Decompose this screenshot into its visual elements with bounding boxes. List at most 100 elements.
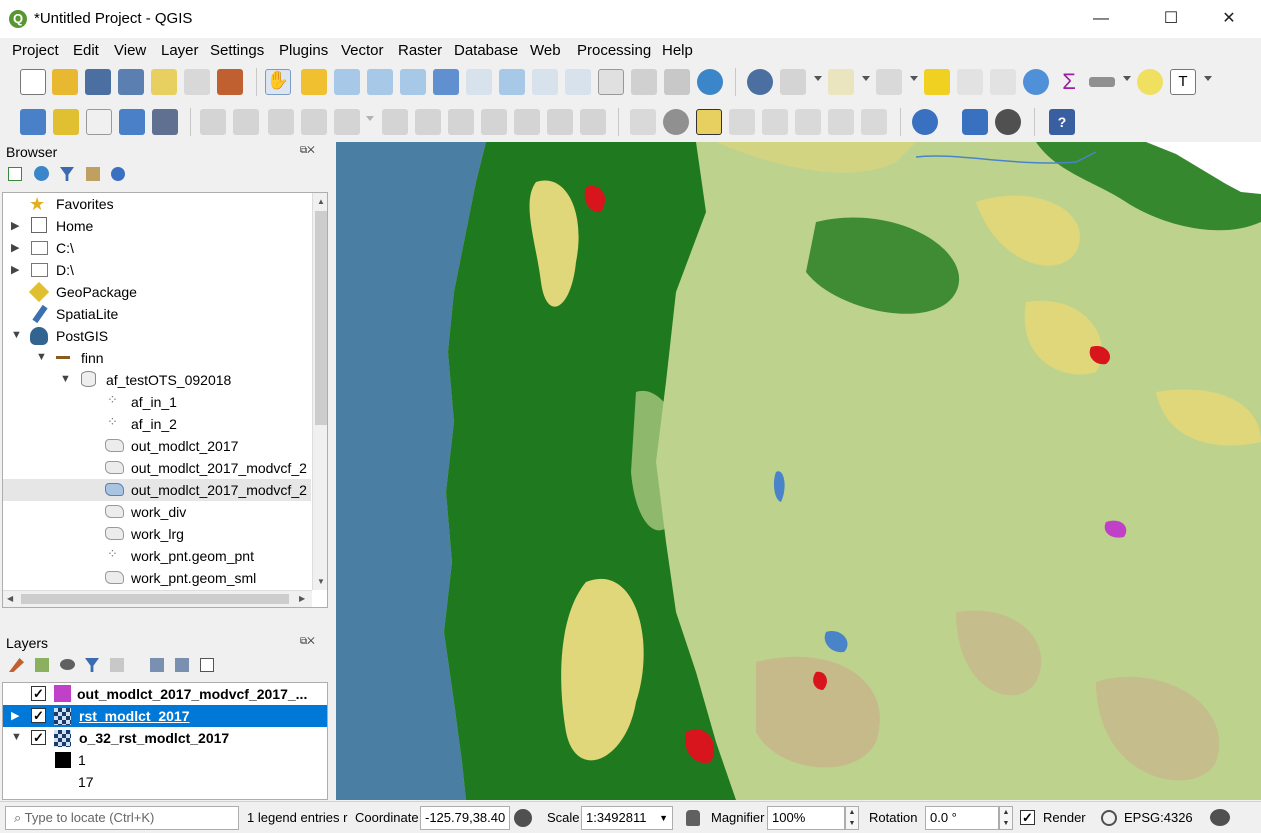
show-bookmarks-icon[interactable] [664, 69, 690, 95]
style-brush-icon[interactable] [9, 658, 24, 672]
browser-item-work-div[interactable]: work_div [3, 501, 311, 523]
expand-arrow-icon[interactable]: ▶ [11, 263, 19, 276]
copy-features-icon[interactable] [481, 109, 507, 135]
zoom-native-icon[interactable] [400, 69, 426, 95]
menu-settings[interactable]: Settings [210, 42, 264, 59]
properties-info-icon[interactable] [111, 167, 125, 181]
refresh-icon[interactable] [697, 69, 723, 95]
select-features-icon[interactable] [828, 69, 854, 95]
magnifier-spinbox[interactable]: 100% [767, 806, 845, 830]
browser-item-out-modlct-modvcf-a[interactable]: out_modlct_2017_modvcf_2 [3, 457, 311, 479]
move-label-icon[interactable] [795, 109, 821, 135]
layer-row-rst-modlct-2017[interactable]: ▶ ✓ rst_modlct_2017 [3, 705, 327, 727]
save-edits-icon[interactable] [268, 109, 294, 135]
paste-features-icon[interactable] [514, 109, 540, 135]
coordinate-field[interactable]: -125.79,38.40 [420, 806, 510, 830]
collapse-arrow-icon[interactable]: ▼ [60, 373, 71, 385]
menu-view[interactable]: View [114, 42, 146, 59]
layer-visibility-checkbox[interactable]: ✓ [31, 708, 46, 723]
pan-hand-icon[interactable]: ✋ [265, 69, 291, 95]
zoom-to-layer-icon[interactable] [499, 69, 525, 95]
search-binoculars-icon[interactable] [995, 109, 1021, 135]
remove-layer-icon[interactable] [200, 658, 214, 672]
undo-icon[interactable] [547, 109, 573, 135]
identify-icon[interactable] [747, 69, 773, 95]
data-source-manager-icon[interactable] [20, 109, 46, 135]
dock-float-close-icon[interactable]: ⧉✕ [300, 636, 315, 647]
close-button[interactable]: ✕ [1206, 0, 1252, 38]
zoom-in-icon[interactable] [334, 69, 360, 95]
help-contents-icon[interactable]: ? [1049, 109, 1075, 135]
crs-button[interactable]: EPSG:4326 [1124, 810, 1193, 825]
minimize-button[interactable]: — [1078, 0, 1124, 38]
browser-item-finn[interactable]: ▼ finn [3, 347, 311, 369]
menu-edit[interactable]: Edit [73, 42, 99, 59]
browser-item-work-lrg[interactable]: work_lrg [3, 523, 311, 545]
map-tips-icon[interactable] [1137, 69, 1163, 95]
browser-item-work-pnt-geom-sml[interactable]: work_pnt.geom_sml [3, 567, 311, 589]
menu-help[interactable]: Help [662, 42, 693, 59]
browser-item-out-modlct-2017[interactable]: out_modlct_2017 [3, 435, 311, 457]
cut-features-icon[interactable] [448, 109, 474, 135]
crs-globe-icon[interactable] [1101, 810, 1117, 826]
collapse-arrow-icon[interactable]: ▼ [11, 731, 22, 743]
zoom-full-icon[interactable] [433, 69, 459, 95]
menu-raster[interactable]: Raster [398, 42, 442, 59]
action-icon[interactable] [780, 69, 806, 95]
rotation-stepper[interactable]: ▲ ▼ [999, 806, 1013, 830]
expand-arrow-icon[interactable]: ▶ [11, 241, 19, 254]
scale-combobox[interactable]: 1:3492811 ▼ [581, 806, 673, 830]
menu-processing[interactable]: Processing [577, 42, 651, 59]
text-annotation-icon[interactable]: T [1170, 69, 1196, 95]
browser-item-out-modlct-modvcf-b[interactable]: out_modlct_2017_modvcf_2 [3, 479, 311, 501]
rotation-spinbox[interactable]: 0.0 ° [925, 806, 999, 830]
delete-selected-icon[interactable] [415, 109, 441, 135]
browser-item-schema-af-testots[interactable]: ▼ af_testOTS_092018 [3, 369, 311, 391]
layout-manager-icon[interactable] [184, 69, 210, 95]
save-project-icon[interactable] [85, 69, 111, 95]
zoom-next-icon[interactable] [565, 69, 591, 95]
manage-map-themes-eye-icon[interactable] [60, 659, 75, 670]
new-print-layout-icon[interactable] [151, 69, 177, 95]
filter-legend-icon[interactable] [85, 658, 99, 672]
collapse-all-icon[interactable] [86, 167, 100, 181]
browser-vertical-scrollbar[interactable]: ▲ ▼ [312, 193, 327, 590]
map-canvas[interactable] [336, 142, 1261, 800]
collapse-arrow-icon[interactable]: ▼ [11, 329, 22, 341]
zoom-out-icon[interactable] [367, 69, 393, 95]
browser-item-home[interactable]: ▶ Home [3, 215, 311, 237]
save-as-icon[interactable] [118, 69, 144, 95]
browser-item-d-drive[interactable]: ▶ D:\ [3, 259, 311, 281]
add-selected-layers-icon[interactable] [8, 167, 22, 181]
select-by-value-icon[interactable] [876, 69, 902, 95]
browser-item-favorites[interactable]: ★ Favorites [3, 193, 311, 215]
browser-item-postgis[interactable]: ▼ PostGIS [3, 325, 311, 347]
dock-float-close-icon[interactable]: ⧉✕ [300, 145, 315, 156]
current-edits-icon[interactable] [200, 109, 226, 135]
browser-item-spatialite[interactable]: SpatiaLite [3, 303, 311, 325]
collapse-arrow-icon[interactable]: ▼ [36, 351, 47, 363]
toolbox-gear-icon[interactable] [1023, 69, 1049, 95]
layer-visibility-checkbox[interactable]: ✓ [31, 730, 46, 745]
add-feature-icon[interactable] [301, 109, 327, 135]
modify-attributes-icon[interactable] [382, 109, 408, 135]
layer-row-o-32-rst-modlct[interactable]: ▼ ✓ o_32_rst_modlct_2017 [3, 727, 327, 749]
messages-chat-icon[interactable] [1210, 809, 1230, 826]
locator-search-input[interactable]: ⌕ Type to locate (Ctrl+K) [5, 806, 239, 830]
new-spatialite-icon[interactable] [119, 109, 145, 135]
new-geopackage-layer-icon[interactable] [53, 109, 79, 135]
zoom-last-icon[interactable] [532, 69, 558, 95]
label-pin-icon[interactable] [663, 109, 689, 135]
toggle-editing-icon[interactable] [233, 109, 259, 135]
layer-row-out-modlct-modvcf[interactable]: ✓ out_modlct_2017_modvcf_2017_... [3, 683, 327, 705]
expand-arrow-icon[interactable]: ▶ [11, 709, 19, 722]
lock-icon[interactable] [686, 810, 700, 826]
toggle-extents-mouse-icon[interactable] [514, 809, 532, 827]
new-shapefile-icon[interactable] [86, 109, 112, 135]
filter-by-expression-icon[interactable] [110, 658, 124, 672]
field-calculator-icon[interactable] [990, 69, 1016, 95]
menu-layer[interactable]: Layer [161, 42, 199, 59]
pan-to-selection-icon[interactable] [301, 69, 327, 95]
menu-database[interactable]: Database [454, 42, 518, 59]
pin-labels-icon[interactable] [729, 109, 755, 135]
